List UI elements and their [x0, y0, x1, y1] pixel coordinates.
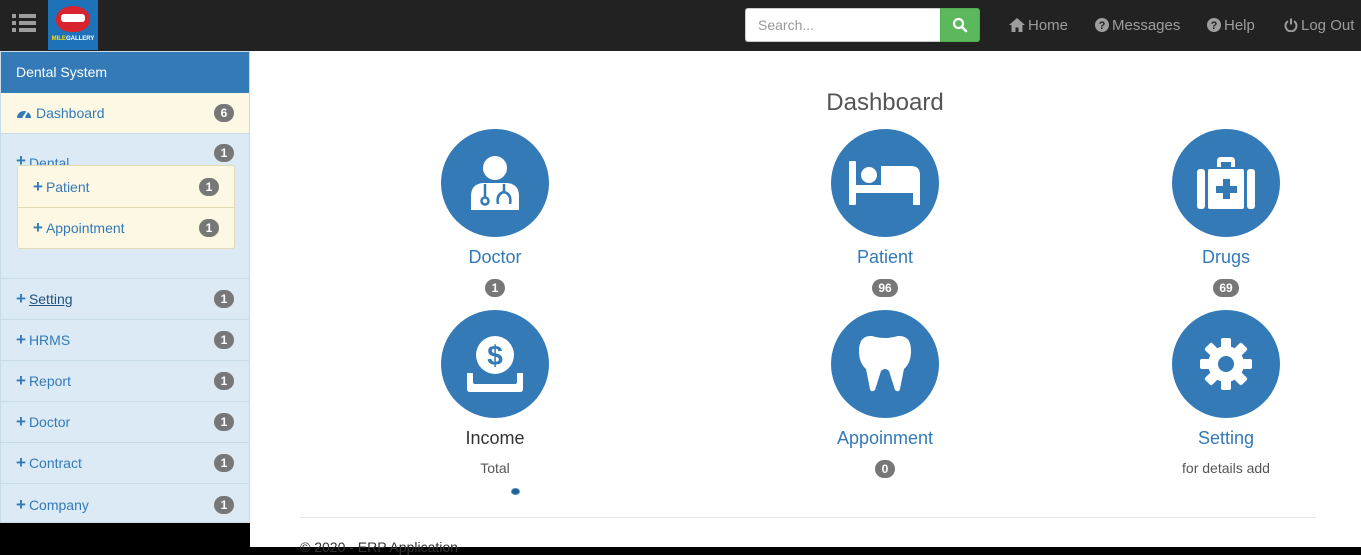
income-card-button[interactable]: $ [441, 310, 549, 418]
dashboard-gauge-icon [17, 110, 31, 119]
sidebar-group-dental: + Dental 1 + Patient 1 + Appointment 1 [1, 134, 249, 279]
count-badge: 1 [214, 144, 234, 162]
plus-icon: + [16, 330, 26, 349]
sidebar-item-label: Patient [45, 178, 90, 195]
sidebar-item-hrms[interactable]: + HRMS 1 [1, 320, 249, 361]
top-navbar: MILEGALLERY Home ? Messages ? Help Log O… [0, 0, 1361, 51]
setting-details-text: for details add [1182, 460, 1270, 476]
bed-icon [849, 161, 920, 205]
sidebar-subitem-patient[interactable]: + Patient 1 [18, 166, 234, 207]
sidebar-item-label: Appointment [45, 220, 125, 236]
count-badge: 1 [214, 413, 234, 431]
sidebar-title: Dental System [1, 52, 249, 93]
income-total-text: Total [480, 460, 510, 476]
appointment-card-label[interactable]: Appoinment [785, 428, 985, 452]
plus-icon: + [33, 176, 43, 196]
sidebar-item-label: Report [28, 373, 71, 389]
search-input[interactable] [745, 8, 940, 42]
doctor-card-button[interactable] [441, 129, 549, 237]
setting-card-label[interactable]: Setting [1126, 428, 1326, 452]
search-button[interactable] [940, 8, 980, 42]
doctor-card-label[interactable]: Doctor [395, 247, 595, 271]
footer-copyright: © 2020 - ERP Application [300, 539, 458, 555]
nav-logout-link[interactable]: Log Out [1284, 0, 1354, 50]
sidebar-item-doctor[interactable]: + Doctor 1 [1, 402, 249, 443]
count-badge: 1 [214, 290, 234, 308]
sidebar-item-label: Contract [28, 455, 82, 471]
sidebar-item-company[interactable]: + Company 1 [1, 484, 249, 525]
doctor-count-badge: 1 [485, 279, 505, 297]
setting-card-button[interactable] [1172, 310, 1280, 418]
plus-icon: + [16, 289, 26, 308]
plus-icon: + [33, 218, 43, 237]
main-content: Dashboard Doctor 1 Patient 96 Drugs 69 $… [250, 51, 1361, 555]
plus-icon: + [16, 371, 26, 390]
drugs-count-badge: 69 [1213, 279, 1239, 297]
power-icon [1284, 18, 1298, 32]
svg-text:?: ? [1099, 20, 1106, 32]
plus-icon: + [16, 412, 26, 431]
sidebar-item-label: Dashboard [36, 105, 105, 121]
count-badge: 1 [214, 372, 234, 390]
page-title: Dashboard [826, 89, 944, 116]
doctor-card: Doctor 1 [395, 129, 595, 297]
drugs-card: Drugs 69 [1126, 129, 1326, 297]
nav-help-link[interactable]: ? Help [1207, 0, 1255, 50]
count-badge: 6 [214, 104, 234, 122]
plus-icon: + [16, 453, 26, 472]
sidebar-item-dashboard[interactable]: Dashboard 6 [1, 93, 249, 134]
home-icon [1009, 18, 1025, 32]
money-icon: $ [467, 336, 523, 392]
search-icon [952, 17, 968, 32]
appointment-card-button[interactable] [831, 310, 939, 418]
sidebar-item-label: Company [28, 496, 89, 513]
patient-card: Patient 96 [785, 129, 985, 297]
search-form [745, 8, 980, 42]
count-badge: 1 [214, 495, 234, 514]
drugs-card-button[interactable] [1172, 129, 1280, 237]
sidebar-item-report[interactable]: + Report 1 [1, 361, 249, 402]
gear-icon [1200, 338, 1252, 390]
appointment-card: Appoinment 0 [785, 310, 985, 478]
sidebar-subitem-appointment[interactable]: + Appointment 1 [18, 207, 234, 248]
patient-card-button[interactable] [831, 129, 939, 237]
sidebar-item-label: Doctor [28, 414, 71, 430]
count-badge: 1 [199, 177, 219, 196]
sidebar-item-setting[interactable]: + Setting 1 [1, 279, 249, 320]
loading-indicator [511, 488, 520, 495]
app-logo[interactable]: MILEGALLERY [48, 0, 98, 50]
sidebar-item-label: HRMS [28, 332, 71, 348]
income-card-label: Income [465, 428, 525, 448]
plus-icon: + [16, 494, 26, 514]
income-card: $ Income Total [395, 310, 595, 476]
patient-card-label[interactable]: Patient [785, 247, 985, 271]
appointment-count-badge: 0 [875, 460, 895, 478]
question-circle-icon: ? [1207, 18, 1221, 32]
nav-messages-link[interactable]: ? Messages [1095, 0, 1180, 50]
dental-submenu: + Patient 1 + Appointment 1 [17, 165, 235, 249]
tooth-icon [859, 335, 911, 392]
count-badge: 1 [199, 219, 219, 237]
doctor-icon [471, 156, 519, 210]
nav-home-link[interactable]: Home [1009, 0, 1068, 50]
svg-text:?: ? [1211, 20, 1218, 32]
sidebar-item-label: Setting [28, 291, 73, 307]
svg-text:$: $ [487, 340, 503, 371]
question-circle-icon: ? [1095, 18, 1109, 32]
count-badge: 1 [214, 454, 234, 472]
medkit-icon [1197, 157, 1255, 209]
patient-count-badge: 96 [872, 279, 898, 297]
drugs-card-label[interactable]: Drugs [1126, 247, 1326, 271]
setting-card: Setting for details add [1126, 310, 1326, 476]
footer-divider [300, 517, 1316, 518]
menu-toggle-icon[interactable] [12, 14, 36, 36]
count-badge: 1 [214, 331, 234, 349]
sidebar: Dental System Dashboard 6 + Dental 1 + P… [0, 51, 250, 523]
sidebar-item-contract[interactable]: + Contract 1 [1, 443, 249, 484]
